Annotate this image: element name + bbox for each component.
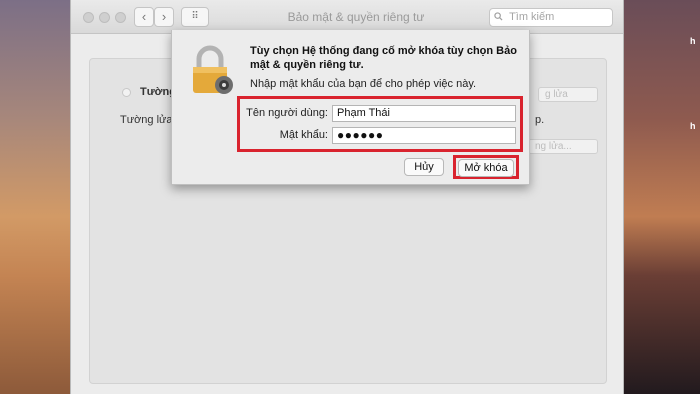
unlock-dialog: Tùy chọn Hệ thống đang cố mở khóa tùy ch… [171,30,530,185]
show-all-grid-button[interactable]: ⠿ [181,7,209,27]
desktop-icon-label[interactable]: h [690,36,696,46]
zoom-window-button[interactable] [115,12,126,23]
username-label: Tên người dùng: [246,107,328,119]
desktop-icon-label[interactable]: h [690,121,696,131]
lock-icon [190,44,236,96]
firewall-options-button[interactable]: ng lửa... [528,139,598,154]
turn-on-firewall-button[interactable]: g lửa [538,87,598,102]
password-field[interactable]: ●●●●●● [332,127,516,144]
username-field[interactable]: Phạm Thái [332,105,516,122]
forward-button[interactable]: › [154,7,174,27]
window-title: Bảo mật & quyền riêng tư [287,10,425,24]
password-label: Mật khẩu: [279,129,328,141]
dialog-subtitle: Nhập mật khẩu của bạn để cho phép việc n… [250,78,477,90]
desktop-wallpaper-right: h h [624,0,700,394]
firewall-status-indicator [122,88,131,97]
unlock-button[interactable]: Mở khóa [458,159,514,177]
title-bar: ‹ › ⠿ Bảo mật & quyền riêng tư Tìm kiếm [71,0,623,34]
search-icon [494,11,506,23]
firewall-description-end: p. [535,114,545,126]
dialog-title: Tùy chọn Hệ thống đang cố mở khóa tùy ch… [250,45,517,71]
back-button[interactable]: ‹ [134,7,154,27]
close-window-button[interactable] [83,12,94,23]
search-input[interactable]: Tìm kiếm [489,8,613,27]
cancel-button[interactable]: Hủy [404,158,444,176]
search-placeholder: Tìm kiếm [509,11,555,23]
desktop-wallpaper-left [0,0,70,394]
minimize-window-button[interactable] [99,12,110,23]
